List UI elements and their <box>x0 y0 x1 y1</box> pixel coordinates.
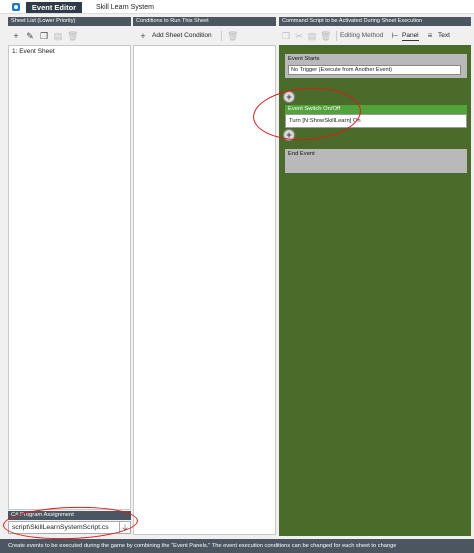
document-title: Skill Learn System <box>96 4 154 11</box>
add-sheet-icon[interactable]: + <box>11 31 21 41</box>
download-arrow-icon[interactable]: 🡣 <box>120 521 131 534</box>
event-panel-canvas[interactable]: Event Starts No Trigger (Execute from An… <box>279 45 471 536</box>
csharp-script-field[interactable]: script\SkillLearnSystemScript.cs <box>8 521 120 534</box>
cut-icon[interactable]: ✂ <box>294 31 304 41</box>
copy-icon[interactable]: ❐ <box>39 31 49 41</box>
delete-icon[interactable]: 🗑 <box>320 31 331 41</box>
sheet-list-header: Sheet List (Lower Priority) <box>8 17 131 26</box>
status-bar: Create events to be executed during the … <box>0 539 474 553</box>
event-starts-block[interactable]: Event Starts No Trigger (Execute from An… <box>285 54 467 78</box>
sheet-list-toolbar: + ✎ ❐ ▤ 🗑 <box>8 28 131 44</box>
toolbar-divider <box>221 31 222 41</box>
delete-icon[interactable]: 🗑 <box>67 31 78 41</box>
add-sheet-condition-button[interactable]: Add Sheet Condition <box>152 32 212 40</box>
end-event-block[interactable]: End Event <box>285 149 467 173</box>
end-event-title: End Event <box>288 151 315 157</box>
conditions-toolbar: + Add Sheet Condition 🗑 <box>133 28 276 44</box>
tab-text[interactable]: Text <box>438 32 450 40</box>
add-panel-connector-icon[interactable]: + <box>283 129 295 141</box>
edit-pencil-icon[interactable]: ✎ <box>25 31 35 41</box>
paste-icon[interactable]: ▤ <box>307 31 317 41</box>
csharp-program-header: C# Program Assignment <box>8 511 131 520</box>
add-condition-icon[interactable]: + <box>138 31 148 41</box>
event-starts-title: Event Starts <box>288 56 320 62</box>
panel-icon: ⊢ <box>391 31 399 40</box>
command-toolbar: ❐ ✂ ▤ 🗑 Editing Method ⊢ Panel ≡ Text <box>279 28 471 44</box>
delete-condition-icon[interactable]: 🗑 <box>227 31 238 41</box>
add-panel-connector-icon[interactable]: + <box>283 91 295 103</box>
sheet-list-item[interactable]: 1: Event Sheet <box>12 48 55 56</box>
paste-icon[interactable]: ▤ <box>53 31 63 41</box>
event-switch-title: Event Switch On/Off <box>285 105 467 114</box>
text-icon: ≡ <box>427 31 433 40</box>
conditions-list <box>133 45 276 535</box>
tab-panel[interactable]: Panel <box>402 32 419 41</box>
app-icon <box>12 3 20 11</box>
title-bar: Event Editor Skill Learn System <box>0 0 474 14</box>
toolbar-divider <box>336 31 337 41</box>
app-title: Event Editor <box>26 2 82 13</box>
trigger-select[interactable]: No Trigger (Execute from Another Event) <box>288 65 461 75</box>
editing-method-label: Editing Method <box>340 32 384 39</box>
copy-icon[interactable]: ❐ <box>281 31 291 41</box>
command-script-header: Command Script to be Activated During Sh… <box>279 17 471 26</box>
event-switch-block[interactable]: Turn [N:ShowSkillLearn] On <box>285 114 467 128</box>
sheet-list: 1: Event Sheet <box>8 45 131 510</box>
conditions-header: Conditions to Run This Sheet <box>133 17 276 26</box>
